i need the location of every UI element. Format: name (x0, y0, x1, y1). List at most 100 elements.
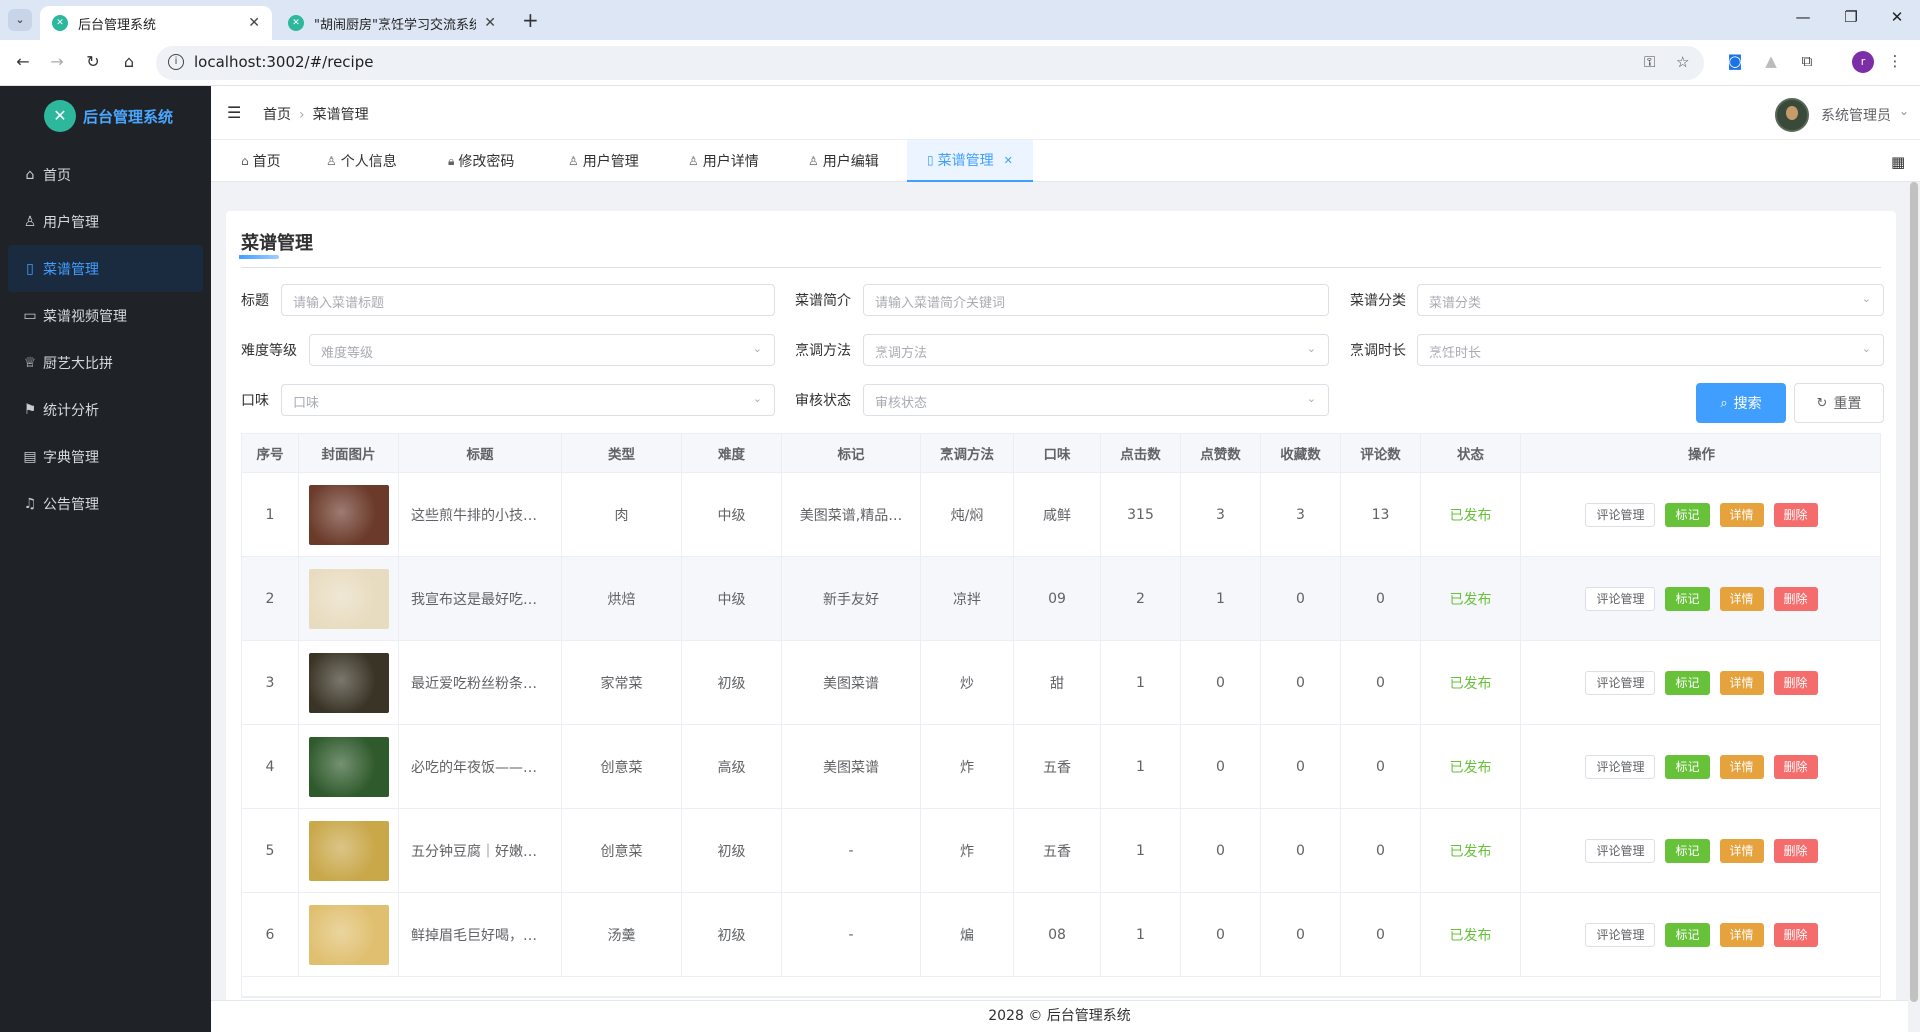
delete-button[interactable]: 删除 (1773, 838, 1818, 863)
extension-icon[interactable]: ◙ (1724, 52, 1746, 70)
user-name[interactable]: 系统管理员 (1821, 105, 1891, 125)
comment-manage-button[interactable]: 评论管理 (1585, 922, 1656, 947)
reload-icon[interactable]: ↻ (82, 52, 104, 71)
cover-image[interactable] (308, 904, 389, 965)
browser-tab[interactable]: "胡闹厨房"烹饪学习交流系统 ✕ (276, 6, 508, 40)
sidebar-item-recipe-videos[interactable]: ▭ 菜谱视频管理 (0, 292, 211, 339)
column-header[interactable]: 序号 (242, 434, 299, 472)
comment-manage-button[interactable]: 评论管理 (1585, 838, 1656, 863)
site-info-icon[interactable]: i (168, 54, 184, 70)
breadcrumb-home[interactable]: 首页 (263, 107, 291, 123)
menu-toggle-icon[interactable]: ☰ (227, 103, 241, 122)
comment-manage-button[interactable]: 评论管理 (1585, 586, 1656, 611)
cover-image[interactable] (308, 568, 389, 629)
new-tab-icon[interactable]: + (522, 8, 539, 32)
search-button[interactable]: ⌕ 搜索 (1696, 383, 1786, 423)
audit-status-select[interactable]: 审核状态 ⌄ (863, 384, 1329, 416)
extensions-puzzle-icon[interactable]: ⧉ (1796, 52, 1818, 70)
sidebar-item-announcements[interactable]: ♫ 公告管理 (0, 480, 211, 527)
mark-button[interactable]: 标记 (1665, 670, 1710, 695)
address-bar[interactable]: i localhost:3002/#/recipe ⚿ ☆ (156, 46, 1704, 80)
detail-button[interactable]: 详情 (1719, 670, 1764, 695)
delete-button[interactable]: 删除 (1773, 670, 1818, 695)
table-row[interactable]: 2 我宣布这是最好吃… 烘焙 中级 新手友好 凉拌 09 2 1 0 0 已发布 评论管理 标记 详情 删除 (242, 557, 1880, 641)
cover-image[interactable] (308, 820, 389, 881)
tab-search-button[interactable]: ⌄ (8, 9, 32, 31)
cover-image[interactable] (308, 736, 389, 797)
column-header[interactable]: 操作 (1521, 434, 1882, 472)
back-icon[interactable]: ← (12, 52, 34, 71)
detail-button[interactable]: 详情 (1719, 922, 1764, 947)
scrollbar-thumb[interactable] (1910, 182, 1918, 1002)
mark-button[interactable]: 标记 (1665, 838, 1710, 863)
category-select[interactable]: 菜谱分类 ⌄ (1417, 284, 1884, 316)
minimize-icon[interactable]: — (1788, 8, 1818, 26)
browser-menu-icon[interactable]: ⋮ (1884, 52, 1906, 70)
grid-menu-icon[interactable]: ▦ (1891, 153, 1905, 171)
tag-user-management[interactable]: ♙ 用户管理 (568, 140, 639, 182)
close-tab-icon[interactable]: ✕ (484, 15, 496, 31)
page-scrollbar[interactable] (1908, 182, 1920, 1002)
cover-image[interactable] (308, 652, 389, 713)
column-header[interactable]: 封面图片 (299, 434, 399, 472)
column-header[interactable]: 标题 (399, 434, 562, 472)
column-header[interactable]: 点击数 (1101, 434, 1181, 472)
password-key-icon[interactable]: ⚿ (1644, 53, 1655, 71)
duration-select[interactable]: 烹饪时长 ⌄ (1417, 334, 1884, 366)
detail-button[interactable]: 详情 (1719, 754, 1764, 779)
close-window-icon[interactable]: ✕ (1882, 8, 1912, 26)
bookmark-star-icon[interactable]: ☆ (1676, 53, 1689, 71)
delete-button[interactable]: 删除 (1773, 922, 1818, 947)
sidebar-item-home[interactable]: ⌂ 首页 (0, 151, 211, 198)
avatar[interactable] (1775, 98, 1809, 132)
tag-profile[interactable]: ♙ 个人信息 (326, 140, 397, 182)
table-row[interactable]: 3 最近爱吃粉丝粉条… 家常菜 初级 美图菜谱炒甜 1 0 0 0 已发布 评论管理 标记 详情 删除 (242, 641, 1880, 725)
close-tab-icon[interactable]: ✕ (248, 15, 260, 31)
extension-icon[interactable]: ▲ (1760, 52, 1782, 70)
intro-search-input[interactable]: 请输入菜谱简介关键词 (863, 284, 1329, 316)
browser-tab-active[interactable]: 后台管理系统 ✕ (40, 6, 272, 40)
mark-button[interactable]: 标记 (1665, 586, 1710, 611)
forward-icon[interactable]: → (46, 52, 68, 71)
comment-manage-button[interactable]: 评论管理 (1585, 670, 1656, 695)
mark-button[interactable]: 标记 (1665, 502, 1710, 527)
cover-image[interactable] (308, 484, 389, 545)
comment-manage-button[interactable]: 评论管理 (1585, 754, 1656, 779)
column-header[interactable]: 烹调方法 (921, 434, 1014, 472)
table-row[interactable]: 6 鲜掉眉毛巨好喝，… 汤羹 初级 - 煸 08 1 0 0 0 已发布 评论管理 标记 详情 删除 (242, 893, 1880, 977)
reset-button[interactable]: ↻ 重置 (1794, 383, 1884, 423)
sidebar-item-dictionary[interactable]: ▤ 字典管理 (0, 433, 211, 480)
title-search-input[interactable]: 请输入菜谱标题 (281, 284, 775, 316)
sidebar-item-contest[interactable]: ♕ 厨艺大比拼 (0, 339, 211, 386)
mark-button[interactable]: 标记 (1665, 922, 1710, 947)
column-header[interactable]: 标记 (782, 434, 921, 472)
detail-button[interactable]: 详情 (1719, 586, 1764, 611)
column-header[interactable]: 评论数 (1341, 434, 1421, 472)
column-header[interactable]: 口味 (1014, 434, 1101, 472)
home-icon[interactable]: ⌂ (118, 52, 140, 71)
table-row[interactable]: 5 五分钟豆腐｜好嫩… 创意菜 初级 - 炸五香 1 0 0 0 已发布 评论管理 标记 详情 删除 (242, 809, 1880, 893)
column-header[interactable]: 点赞数 (1181, 434, 1261, 472)
detail-button[interactable]: 详情 (1719, 502, 1764, 527)
table-row[interactable]: 4 必吃的年夜饭——… 创意菜 高级 美图菜谱炸五香 1 0 0 0 已发布 评论管理 标记 详情 删除 (242, 725, 1880, 809)
tag-change-password[interactable]: 🔒︎ 修改密码 (448, 140, 514, 182)
delete-button[interactable]: 删除 (1773, 754, 1818, 779)
brand[interactable]: ✕ 后台管理系统 (44, 100, 173, 132)
close-icon[interactable]: ✕ (1004, 154, 1013, 167)
column-header[interactable]: 难度 (682, 434, 782, 472)
taste-select[interactable]: 口味 ⌄ (281, 384, 775, 416)
difficulty-select[interactable]: 难度等级 ⌄ (309, 334, 775, 366)
tag-user-edit[interactable]: ♙ 用户编辑 (808, 140, 879, 182)
chevron-down-icon[interactable]: ⌄ (1899, 104, 1909, 118)
mark-button[interactable]: 标记 (1665, 754, 1710, 779)
table-row[interactable]: 1 这些煎牛排的小技… 肉中级 美图菜谱,精品… 炖/焖 咸鲜 315 3 3 13 已发布 评论管理… (242, 473, 1880, 557)
sidebar-item-users[interactable]: ♙ 用户管理 (0, 198, 211, 245)
delete-button[interactable]: 删除 (1773, 502, 1818, 527)
profile-avatar[interactable]: r (1852, 51, 1874, 73)
detail-button[interactable]: 详情 (1719, 838, 1764, 863)
column-header[interactable]: 收藏数 (1261, 434, 1341, 472)
sidebar-item-recipes[interactable]: ▯ 菜谱管理 (8, 245, 203, 292)
method-select[interactable]: 烹调方法 ⌄ (863, 334, 1329, 366)
comment-manage-button[interactable]: 评论管理 (1585, 502, 1656, 527)
tag-home[interactable]: ⌂ 首页 (241, 140, 281, 182)
